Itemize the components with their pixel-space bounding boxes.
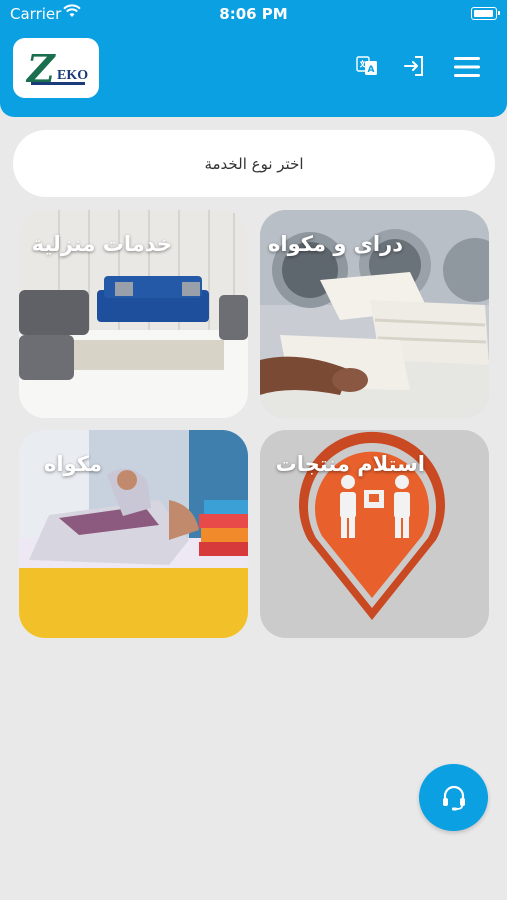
- service-card-product-pickup[interactable]: استلام منتجات: [260, 430, 489, 638]
- service-label: استلام منتجات: [275, 452, 425, 476]
- logo-underline: [31, 82, 85, 85]
- hamburger-menu-icon[interactable]: [454, 57, 480, 81]
- headset-icon: [442, 785, 465, 810]
- selector-text: اختر نوع الخدمة: [204, 154, 304, 173]
- translate-icon[interactable]: A: [355, 54, 379, 82]
- service-label: خدمات منزلية: [31, 232, 172, 256]
- service-type-selector[interactable]: اختر نوع الخدمة: [13, 130, 495, 197]
- app-header: Carrier 8:06 PM Z EKO A: [0, 0, 507, 117]
- support-button[interactable]: [419, 764, 488, 831]
- battery-icon: [471, 7, 500, 20]
- service-label: دراى و مكواه: [268, 232, 403, 256]
- svg-text:A: A: [368, 65, 375, 75]
- app-logo: Z EKO: [13, 38, 99, 98]
- clock: 8:06 PM: [219, 5, 288, 23]
- status-bar: Carrier 8:06 PM: [0, 0, 507, 30]
- service-card-home-services[interactable]: خدمات منزلية: [19, 210, 248, 418]
- login-icon[interactable]: [402, 54, 426, 82]
- service-card-dry-iron[interactable]: دراى و مكواه: [260, 210, 489, 418]
- service-card-ironing[interactable]: مكواه: [19, 430, 248, 638]
- service-label: مكواه: [44, 452, 102, 476]
